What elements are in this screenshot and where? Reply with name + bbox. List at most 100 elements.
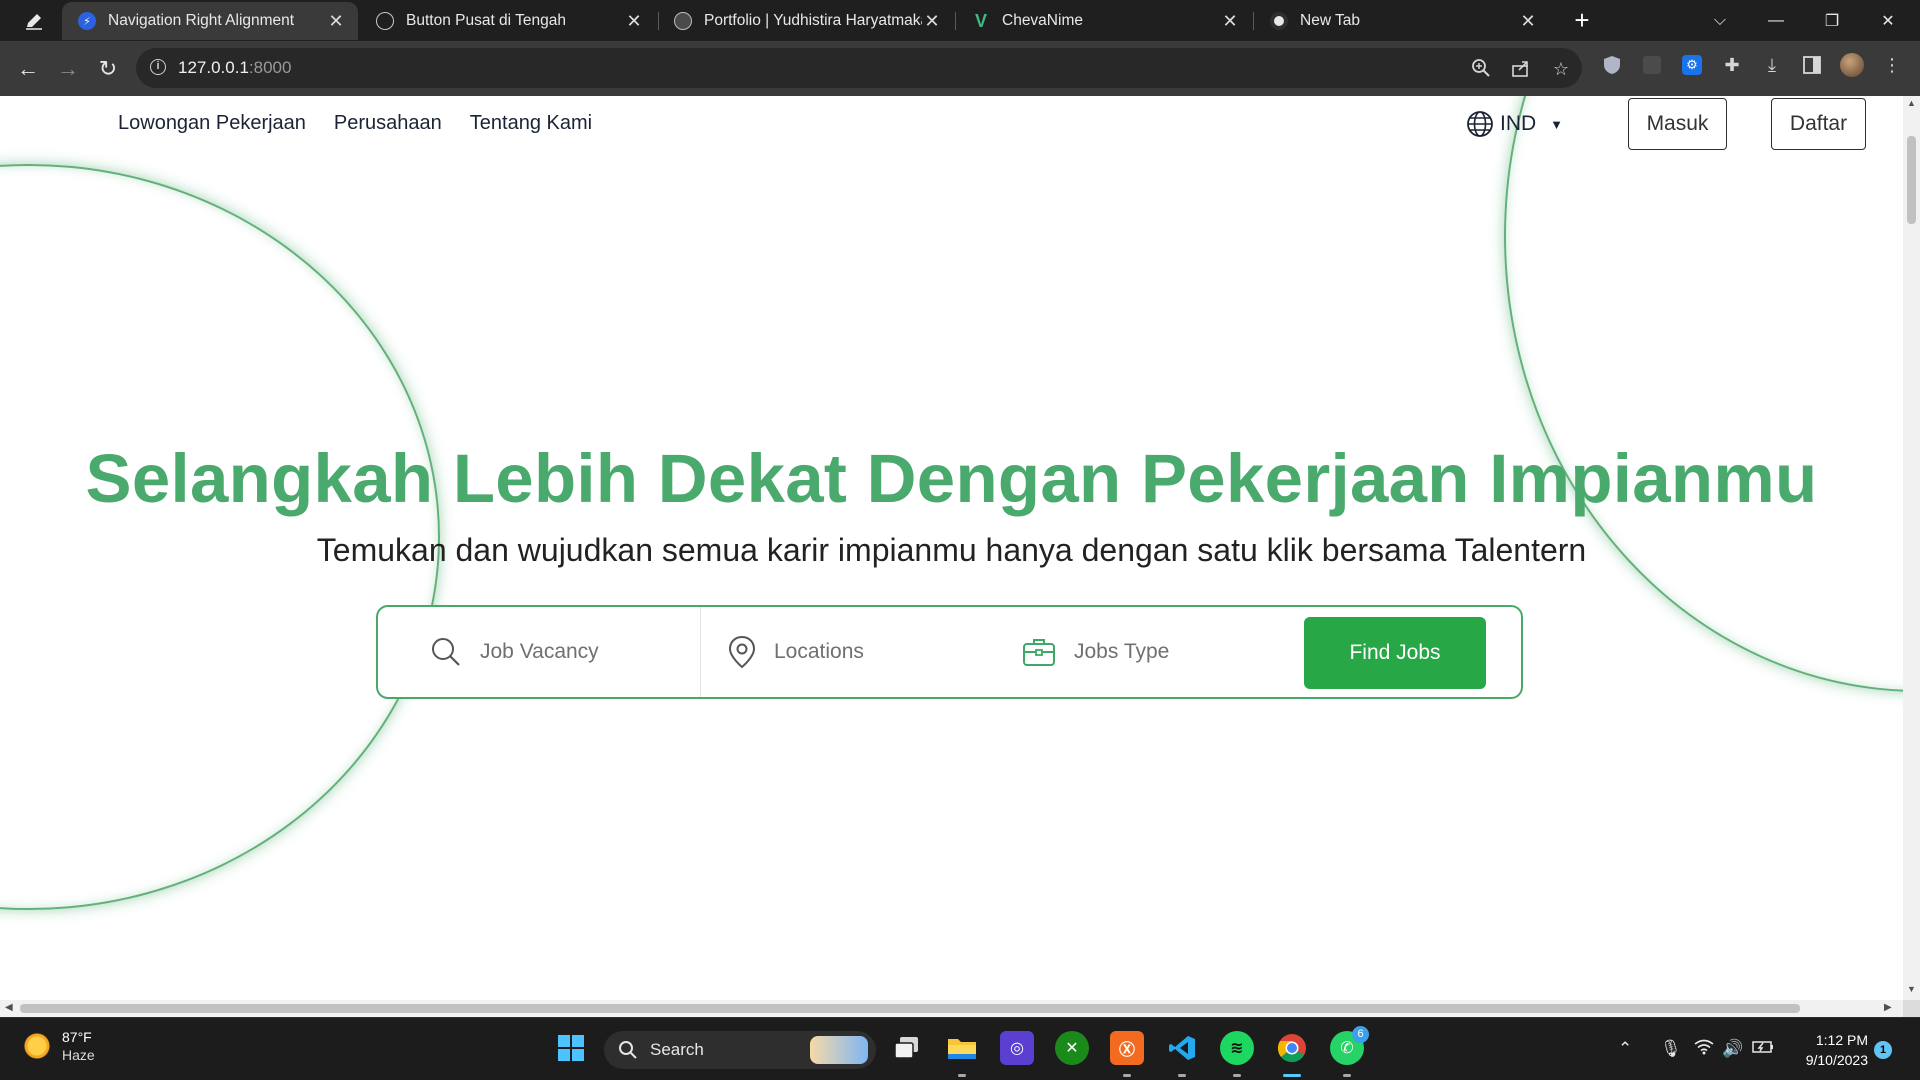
- jobs-type-placeholder: Jobs Type: [1074, 640, 1170, 663]
- weather-widget[interactable]: 87°F Haze: [22, 1028, 95, 1064]
- openai-favicon-icon: [376, 12, 394, 30]
- running-indicator: [1178, 1074, 1186, 1077]
- tab-title: Navigation Right Alignment: [108, 12, 295, 29]
- profile-avatar-icon[interactable]: [1840, 53, 1864, 77]
- active-app-indicator: [1283, 1074, 1301, 1077]
- tab-title: ChevaNime: [1002, 12, 1083, 29]
- tab-button-pusat[interactable]: Button Pusat di Tengah ✕: [360, 2, 656, 40]
- tab-search-chevron-icon[interactable]: ⌵: [1692, 0, 1748, 41]
- restore-icon[interactable]: ❐: [1804, 0, 1860, 41]
- address-bar[interactable]: i 127.0.0.1:8000 ☆: [136, 48, 1582, 88]
- shield-extension-icon[interactable]: [1600, 53, 1624, 77]
- caret-down-icon: ▼: [1550, 116, 1564, 132]
- field-divider: [700, 607, 701, 697]
- new-tab-plus-icon[interactable]: +: [1568, 7, 1596, 34]
- tab-title: Portfolio | Yudhistira Haryatmaka: [704, 12, 922, 29]
- volume-icon[interactable]: 🔊: [1722, 1039, 1743, 1059]
- window-close-icon[interactable]: ✕: [1860, 0, 1916, 41]
- running-indicator: [958, 1074, 966, 1077]
- chrome-icon[interactable]: [1275, 1031, 1309, 1065]
- taskbar-search-box[interactable]: Search: [604, 1031, 876, 1069]
- xbox-icon[interactable]: ✕: [1055, 1031, 1089, 1065]
- clock-date: 9/10/2023: [1805, 1052, 1868, 1068]
- spotify-icon[interactable]: ≋: [1220, 1031, 1254, 1065]
- tab-portfolio[interactable]: Portfolio | Yudhistira Haryatmaka ✕: [658, 2, 954, 40]
- battery-charging-icon[interactable]: [1752, 1039, 1776, 1060]
- language-label: IND: [1500, 112, 1537, 135]
- tab-close-icon[interactable]: ✕: [1220, 11, 1240, 32]
- find-jobs-button[interactable]: Find Jobs: [1304, 617, 1486, 689]
- register-button[interactable]: Daftar: [1771, 98, 1866, 150]
- download-icon[interactable]: ⤓: [1760, 53, 1784, 77]
- scroll-left-arrow-icon[interactable]: ◀: [5, 1002, 13, 1013]
- task-view-icon[interactable]: [890, 1031, 924, 1065]
- nav-link-tentang-kami[interactable]: Tentang Kami: [470, 112, 592, 135]
- search-icon: [432, 638, 460, 666]
- windows-start-icon[interactable]: [554, 1031, 588, 1065]
- zoom-icon[interactable]: [1470, 58, 1492, 80]
- tab-navigation-right-alignment[interactable]: ⚡ Navigation Right Alignment ✕: [62, 2, 358, 40]
- reload-icon[interactable]: ↻: [92, 53, 124, 85]
- site-navigation: Lowongan Pekerjaan Perusahaan Tentang Ka…: [118, 112, 592, 135]
- blue-extension-icon[interactable]: ⚙: [1680, 53, 1704, 77]
- horizontal-scrollbar[interactable]: ◀ ▶: [0, 1000, 1903, 1017]
- notification-badge[interactable]: 1: [1874, 1041, 1892, 1059]
- job-vacancy-placeholder: Job Vacancy: [480, 640, 599, 663]
- puzzle-extensions-icon[interactable]: ✚: [1720, 53, 1744, 77]
- running-indicator: [1343, 1074, 1351, 1077]
- site-info-icon[interactable]: i: [150, 59, 166, 75]
- tab-chevanime[interactable]: V ChevaNime ✕: [956, 2, 1252, 40]
- login-button[interactable]: Masuk: [1628, 98, 1727, 150]
- microphone-icon[interactable]: 🎙: [1660, 1039, 1682, 1059]
- remote-desktop-app-icon[interactable]: ◎: [1000, 1031, 1034, 1065]
- menu-kebab-icon[interactable]: ⋮: [1880, 53, 1904, 77]
- search-icon: [619, 1041, 637, 1059]
- briefcase-icon: [1023, 639, 1055, 666]
- vscode-icon[interactable]: [1165, 1031, 1199, 1065]
- side-panel-icon[interactable]: [1800, 53, 1824, 77]
- url-text[interactable]: 127.0.0.1:8000: [178, 58, 291, 78]
- vertical-scroll-thumb[interactable]: [1907, 136, 1916, 224]
- xampp-icon[interactable]: Ⓧ: [1110, 1031, 1144, 1065]
- globe-icon: [1467, 111, 1493, 137]
- url-host: 127.0.0.1: [178, 58, 249, 77]
- decorative-circle-right: [1504, 96, 1903, 692]
- tab-close-icon[interactable]: ✕: [1518, 11, 1538, 32]
- back-arrow-icon[interactable]: ←: [12, 53, 44, 85]
- bookmark-star-icon[interactable]: ☆: [1550, 58, 1572, 80]
- page-viewport: Lowongan Pekerjaan Perusahaan Tentang Ka…: [0, 96, 1903, 1000]
- minimize-icon[interactable]: —: [1748, 0, 1804, 41]
- job-vacancy-field[interactable]: Job Vacancy: [430, 607, 690, 697]
- tray-overflow-chevron-icon[interactable]: ⌃: [1618, 1039, 1632, 1059]
- location-field[interactable]: Locations: [728, 607, 988, 697]
- file-explorer-icon[interactable]: [945, 1031, 979, 1065]
- scroll-right-arrow-icon[interactable]: ▶: [1884, 1002, 1892, 1013]
- sun-haze-icon: [22, 1031, 52, 1061]
- scroll-up-arrow-icon[interactable]: ▲: [1907, 98, 1916, 108]
- tab-new-tab[interactable]: New Tab ✕: [1254, 2, 1550, 40]
- windows-taskbar: 87°F Haze Search ◎ ✕ Ⓧ ≋ ✆ 6 ⌃ 🎙 🔊 1:12: [0, 1017, 1920, 1080]
- share-icon[interactable]: [1510, 58, 1532, 80]
- language-selector[interactable]: IND ▼: [1466, 110, 1563, 138]
- forward-arrow-icon[interactable]: →: [52, 53, 84, 85]
- tab-close-icon[interactable]: ✕: [922, 11, 942, 32]
- pen-icon[interactable]: [18, 8, 50, 34]
- url-port: :8000: [248, 58, 292, 77]
- scroll-down-arrow-icon[interactable]: ▼: [1907, 984, 1916, 994]
- browser-tab-strip: ⚡ Navigation Right Alignment ✕ Button Pu…: [0, 0, 1920, 41]
- system-clock[interactable]: 1:12 PM 9/10/2023: [1786, 1030, 1868, 1070]
- wifi-icon[interactable]: [1694, 1039, 1714, 1060]
- weather-condition: Haze: [62, 1047, 95, 1063]
- location-pin-icon: [728, 635, 756, 669]
- vertical-scrollbar[interactable]: ▲ ▼: [1903, 96, 1920, 1000]
- nav-link-perusahaan[interactable]: Perusahaan: [334, 112, 442, 135]
- nav-link-lowongan[interactable]: Lowongan Pekerjaan: [118, 112, 306, 135]
- grey-extension-icon[interactable]: [1640, 53, 1664, 77]
- tab-close-icon[interactable]: ✕: [326, 11, 346, 32]
- hero-title: Selangkah Lebih Dekat Dengan Pekerjaan I…: [85, 440, 1818, 517]
- chrome-favicon-icon: [1270, 12, 1288, 30]
- running-indicator: [1233, 1074, 1241, 1077]
- horizontal-scroll-thumb[interactable]: [20, 1004, 1800, 1013]
- jobs-type-field[interactable]: Jobs Type: [1022, 607, 1282, 697]
- tab-close-icon[interactable]: ✕: [624, 11, 644, 32]
